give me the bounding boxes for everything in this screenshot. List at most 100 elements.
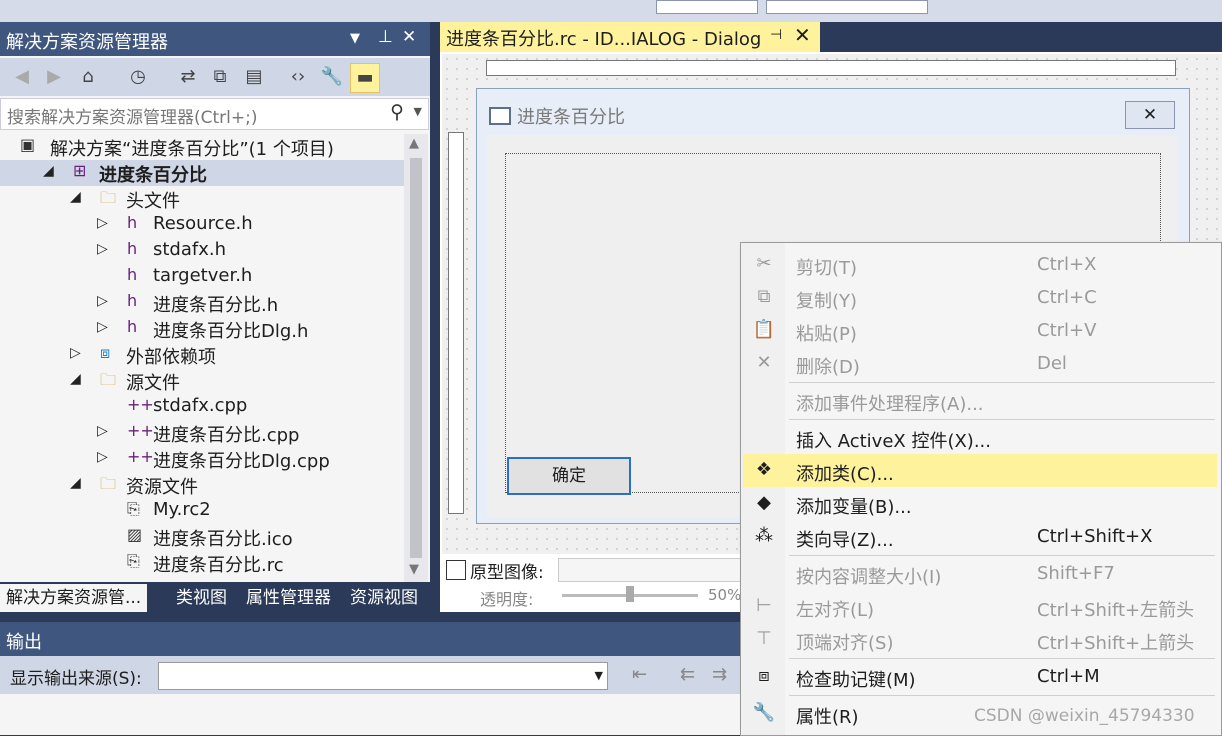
menu-item-label: 插入 ActiveX 控件(X)... (796, 431, 991, 452)
forward-icon[interactable]: ▶ (40, 63, 68, 91)
collapse-all-icon[interactable]: ⧉ (206, 63, 234, 91)
menu-item-label: 类向导(Z)... (796, 530, 894, 551)
tree-item[interactable]: ▷ h 进度条百分比.h (0, 290, 404, 316)
tree-item[interactable]: ▷ ++ 进度条百分比.cpp (0, 420, 404, 446)
delete-icon: ✕ (756, 352, 772, 373)
chevron-down-icon[interactable]: ▼ (595, 669, 603, 682)
menu-separator (789, 555, 1215, 556)
toolbar-combo-2[interactable] (766, 0, 928, 14)
properties-wrench-icon[interactable]: 🔧 (318, 63, 346, 91)
scroll-down-icon[interactable]: ▼ (409, 562, 419, 577)
dialog-close-icon[interactable]: ✕ (1125, 101, 1175, 129)
horizontal-guide-ruler[interactable] (486, 60, 1176, 76)
close-icon[interactable]: ✕ (402, 27, 416, 47)
pin-tab-icon[interactable]: ⊣ (770, 27, 782, 43)
ok-button[interactable]: 确定 (507, 457, 631, 495)
prev-message-icon[interactable]: ⇇ (680, 664, 695, 685)
opacity-slider-thumb[interactable] (626, 586, 634, 602)
context-menu-item[interactable]: 插入 ActiveX 控件(X)... (743, 421, 1217, 454)
next-message-icon[interactable]: ⇉ (712, 664, 727, 685)
history-icon[interactable]: ◷ (124, 63, 152, 91)
tree-item-label: stdafx.h (153, 239, 227, 260)
tree-item-label: 外部依赖项 (126, 347, 216, 368)
resource-file-icon: ⎘ (127, 499, 140, 518)
tree-item[interactable]: ++ stdafx.cpp (0, 394, 404, 420)
collapse-arrow-icon[interactable]: ◢ (70, 189, 81, 205)
expand-arrow-icon[interactable]: ▷ (70, 345, 81, 361)
dropdown-arrow-icon[interactable]: ▼ (350, 31, 360, 46)
context-menu-item[interactable]: ❖ 添加类(C)... (743, 454, 1217, 487)
tree-item[interactable]: ◢ 🗀 头文件 (0, 186, 404, 212)
search-input[interactable]: 搜索解决方案资源管理器(Ctrl+;) (7, 103, 257, 128)
tree-item-label: 进度条百分比Dlg.h (153, 321, 309, 342)
tree-item[interactable]: ▷ h stdafx.h (0, 238, 404, 264)
find-message-icon[interactable]: ⇤ (632, 664, 647, 685)
cpp-file-icon: ++ (127, 447, 154, 466)
tree-item[interactable]: ⎘ My.rc2 (0, 498, 404, 524)
tree-item[interactable]: ▨ 进度条百分比.ico (0, 524, 404, 550)
collapse-arrow-icon[interactable]: ◢ (70, 475, 81, 491)
tree-item[interactable]: ◢ 🗀 源文件 (0, 368, 404, 394)
tree-item[interactable]: ▷ h 进度条百分比Dlg.h (0, 316, 404, 342)
expand-arrow-icon[interactable]: ▷ (97, 241, 108, 257)
scroll-up-icon[interactable]: ▲ (409, 136, 419, 151)
expand-arrow-icon[interactable]: ▷ (97, 449, 108, 465)
tree-item[interactable]: h targetver.h (0, 264, 404, 290)
collapse-arrow-icon[interactable]: ◢ (43, 163, 54, 179)
tree-item[interactable]: ▷ ⧈ 外部依赖项 (0, 342, 404, 368)
menu-separator (789, 658, 1215, 659)
toolbar-combo[interactable] (656, 0, 758, 14)
watermark: CSDN @weixin_45794330 (974, 706, 1195, 726)
tab-resource-view[interactable]: 资源视图 (350, 584, 418, 612)
expand-arrow-icon[interactable]: ▷ (97, 319, 108, 335)
scroll-thumb[interactable] (410, 158, 422, 558)
context-menu-item: ⊤ 顶端对齐(S) Ctrl+Shift+上箭头 (743, 623, 1217, 656)
tree-item[interactable]: ⎘ 进度条百分比.rc (0, 550, 404, 576)
tree-item-label: 进度条百分比.cpp (153, 425, 300, 446)
context-menu-item[interactable]: ◆ 添加变量(B)... (743, 487, 1217, 520)
tab-solution-explorer[interactable]: 解决方案资源管... (0, 584, 148, 612)
document-tab[interactable]: 进度条百分比.rc - ID...IALOG - Dialog ⊣ ✕ (440, 22, 820, 52)
resource-file-icon: ⎘ (127, 551, 140, 570)
pin-icon[interactable]: ⊥ (378, 27, 393, 47)
tree-item[interactable]: ◢ 🗀 资源文件 (0, 472, 404, 498)
tree-item[interactable]: ▣ 解决方案“进度条百分比”(1 个项目) (0, 134, 404, 160)
view-code-icon[interactable]: ‹› (284, 63, 312, 91)
menu-item-shortcut: Ctrl+C (1037, 287, 1097, 308)
wrench-icon: 🔧 (752, 702, 776, 723)
menu-item-label: 复制(Y) (796, 291, 858, 312)
context-menu-item: ✂ 剪切(T) Ctrl+X (743, 248, 1217, 281)
tree-item[interactable]: ◢ ⊞ 进度条百分比 (0, 160, 404, 186)
sync-icon[interactable]: ⇄ (174, 63, 202, 91)
search-options-icon[interactable]: ▼ (414, 105, 422, 118)
context-menu-item[interactable]: ⧈ 检查助记键(M) Ctrl+M (743, 660, 1217, 693)
collapse-arrow-icon[interactable]: ◢ (70, 371, 81, 387)
original-image-path-field[interactable] (558, 558, 742, 582)
solution-explorer-titlebar: 解决方案资源管理器 ▼ ⊥ ✕ (0, 22, 430, 56)
header-file-icon: h (127, 265, 138, 284)
search-box[interactable]: 搜索解决方案资源管理器(Ctrl+;) ⚲ ▼ (0, 98, 429, 130)
tab-class-view[interactable]: 类视图 (176, 584, 227, 612)
output-source-select[interactable]: ▼ (158, 662, 608, 690)
check-mnemonics-icon: ⧈ (758, 665, 770, 686)
expand-arrow-icon[interactable]: ▷ (97, 423, 108, 439)
close-tab-icon[interactable]: ✕ (794, 23, 811, 47)
tree-scrollbar[interactable]: ▲ ▼ (404, 134, 428, 582)
original-image-checkbox[interactable] (446, 560, 466, 580)
tree-item[interactable]: ▷ ++ 进度条百分比Dlg.cpp (0, 446, 404, 472)
menu-item-shortcut: Ctrl+X (1037, 254, 1097, 275)
external-deps-icon: ⧈ (100, 343, 111, 362)
tree-item[interactable]: ▷ h Resource.h (0, 212, 404, 238)
expand-arrow-icon[interactable]: ▷ (97, 215, 108, 231)
tab-property-manager[interactable]: 属性管理器 (246, 584, 331, 612)
home-icon[interactable]: ⌂ (74, 63, 102, 91)
context-menu-item[interactable]: ⁂ 类向导(Z)... Ctrl+Shift+X (743, 520, 1217, 553)
context-menu-item: 📋 粘贴(P) Ctrl+V (743, 314, 1217, 347)
expand-arrow-icon[interactable]: ▷ (97, 293, 108, 309)
search-icon[interactable]: ⚲ (390, 101, 404, 123)
back-icon[interactable]: ◀ (8, 63, 36, 91)
preview-selected-icon[interactable]: ▬ (350, 63, 380, 93)
menu-separator (789, 382, 1215, 383)
vertical-guide-ruler[interactable] (448, 132, 464, 514)
show-all-files-icon[interactable]: ▤ (240, 63, 268, 91)
